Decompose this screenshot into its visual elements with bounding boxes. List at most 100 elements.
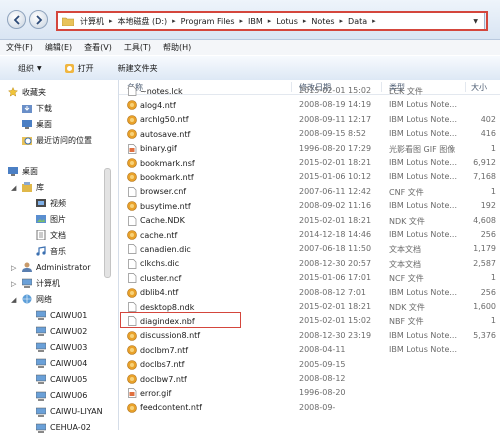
file-row[interactable]: diagindex.nbf 2015-02-01 15:02 NBF 文件 1 — [119, 314, 500, 328]
nav-computer[interactable]: 计算机 — [22, 276, 60, 290]
file-date: 2015-01-06 17:01 — [299, 273, 372, 283]
file-row[interactable]: Cache.NDK 2015-02-01 18:21 NDK 文件 4,608 — [119, 214, 500, 228]
file-date: 2008-08-12 — [299, 374, 346, 383]
file-row[interactable]: browser.cnf 2007-06-11 12:42 CNF 文件 1 — [119, 185, 500, 199]
nav-host-label: CAIWU02 — [50, 326, 88, 336]
nav-downloads[interactable]: 下载 — [22, 101, 52, 115]
crumb-program-files[interactable]: Program Files — [179, 17, 237, 26]
file-size: 1,179 — [473, 244, 496, 254]
file-row[interactable]: canadien.dic 2007-06-18 11:50 文本文档 1,179 — [119, 242, 500, 256]
file-row[interactable]: doclbm7.ntf 2008-04-11 IBM Lotus Note... — [119, 343, 500, 357]
file-row[interactable]: feedcontent.ntf 2008-09- — [119, 401, 500, 415]
file-name: cache.ntf — [140, 230, 178, 240]
file-name: archlg50.ntf — [140, 115, 189, 125]
open-button[interactable]: 打开 — [50, 63, 102, 74]
nav-network[interactable]: 网络 — [22, 292, 52, 306]
file-row[interactable]: archlg50.ntf 2008-09-11 12:17 IBM Lotus No… — [119, 113, 500, 127]
file-name-cell: cache.ntf — [127, 230, 297, 240]
crumb-lotus[interactable]: Lotus — [274, 17, 300, 26]
file-row[interactable]: doclbs7.ntf 2005-09-15 — [119, 358, 500, 372]
breadcrumb[interactable]: 计算机 ▸ 本地磁盘 (D:) ▸ Program Files ▸ IBM ▸ Lotu… — [57, 12, 485, 30]
nav-documents[interactable]: 文档 — [36, 228, 66, 242]
file-row[interactable]: discussion8.ntf 2008-12-30 23:19 IBM Lotus… — [119, 329, 500, 343]
nav-music[interactable]: 音乐 — [36, 244, 66, 258]
file-row[interactable]: autosave.ntf 2008-09-15 8:52 IBM Lotus Not… — [119, 127, 500, 141]
chevron-right-icon[interactable]: ▸ — [337, 17, 347, 25]
file-name-cell: binary.gif — [127, 143, 297, 154]
nav-desktop[interactable]: 桌面 — [8, 164, 38, 178]
crumb-computer[interactable]: 计算机 — [78, 16, 106, 27]
nav-host-item[interactable]: CEHUA-02 — [36, 421, 91, 435]
crumb-data[interactable]: Data — [346, 17, 369, 26]
crumb-drive[interactable]: 本地磁盘 (D:) — [116, 16, 170, 27]
nav-desktop-fav[interactable]: 桌面 — [22, 117, 52, 131]
file-date: 2015-02-01 18:21 — [299, 158, 372, 167]
nav-videos[interactable]: 视频 — [36, 196, 66, 210]
nav-host-item[interactable]: CAIWU04 — [36, 356, 87, 370]
nav-host-item[interactable]: CAIWU-LIYAN — [36, 405, 103, 419]
nav-library[interactable]: 库 — [22, 180, 44, 194]
forward-button[interactable] — [29, 10, 48, 29]
menu-tools[interactable]: 工具(T) — [118, 42, 157, 53]
file-date: 1996-08-20 17:29 — [299, 143, 372, 153]
nav-pictures[interactable]: 图片 — [36, 212, 66, 226]
chevron-right-icon[interactable]: ▸ — [369, 17, 379, 25]
chevron-right-icon[interactable]: ▸ — [300, 17, 310, 25]
expand-icon[interactable]: ▷ — [11, 280, 16, 288]
back-arrow-icon — [13, 15, 20, 25]
network-computer-icon — [36, 342, 46, 353]
nav-host-item[interactable]: CAIWU06 — [36, 389, 87, 403]
file-row[interactable]: doclbw7.ntf 2008-08-12 — [119, 372, 500, 386]
back-button[interactable] — [7, 10, 26, 29]
lotus-notes-file-icon — [127, 330, 137, 341]
chevron-right-icon[interactable]: ▸ — [169, 17, 179, 25]
file-size: 1 — [490, 316, 496, 326]
file-row[interactable]: desktop8.ndk 2015-02-01 18:21 NDK 文件 1,600 — [119, 300, 500, 314]
new-folder-button[interactable]: 新建文件夹 — [102, 63, 166, 74]
nav-favorites[interactable]: 收藏夹 — [8, 85, 46, 99]
nav-scrollbar[interactable] — [104, 168, 111, 278]
menu-file[interactable]: 文件(F) — [0, 42, 39, 53]
chevron-right-icon[interactable]: ▸ — [237, 17, 247, 25]
file-row[interactable]: clkchs.dic 2008-12-30 20:57 文本文档 2,587 — [119, 257, 500, 271]
file-name: Cache.NDK — [140, 216, 185, 226]
nav-administrator[interactable]: Administrator — [22, 260, 91, 274]
expand-icon[interactable]: ◢ — [11, 184, 16, 192]
crumb-ibm[interactable]: IBM — [246, 17, 265, 26]
crumb-notes[interactable]: Notes — [309, 17, 336, 26]
file-size: 416 — [480, 129, 496, 139]
file-row[interactable]: cache.ntf 2014-12-18 14:46 IBM Lotus Note.… — [119, 228, 500, 242]
document-file-icon — [128, 215, 137, 226]
menu-view[interactable]: 查看(V) — [78, 42, 118, 53]
nav-host-item[interactable]: CAIWU03 — [36, 340, 87, 354]
nav-host-item[interactable]: CAIWU01 — [36, 308, 87, 322]
file-row[interactable]: dblib4.ntf 2008-08-12 7:01 IBM Lotus Note.… — [119, 286, 500, 300]
file-row[interactable]: binary.gif 1996-08-20 17:29 光影看图 GIF 图像 1 — [119, 142, 500, 156]
network-computer-icon — [36, 375, 46, 385]
file-name: feedcontent.ntf — [140, 403, 202, 413]
chevron-down-icon[interactable]: ▼ — [473, 18, 478, 25]
file-row[interactable]: alog4.ntf 2008-08-19 14:19 IBM Lotus Note.… — [119, 98, 500, 112]
nav-computer-label: 计算机 — [36, 278, 60, 288]
file-row[interactable]: busytime.ntf 2008-09-02 11:16 IBM Lotus No… — [119, 199, 500, 213]
file-name-cell: busytime.ntf — [127, 201, 297, 211]
file-row[interactable]: ~notes.lck 2015-02-01 15:02 LCK 文件 — [119, 84, 500, 98]
file-row[interactable]: cluster.ncf 2015-01-06 17:01 NCF 文件 1 — [119, 271, 500, 285]
nav-recent[interactable]: 最近访问的位置 — [22, 133, 92, 147]
file-row[interactable]: bookmark.nsf 2015-02-01 18:21 IBM Lotus No… — [119, 156, 500, 170]
organize-button[interactable]: 组织 ▼ — [0, 63, 50, 74]
expand-icon[interactable]: ◢ — [11, 296, 16, 304]
nav-recent-label: 最近访问的位置 — [36, 135, 92, 145]
menu-edit[interactable]: 编辑(E) — [39, 42, 78, 53]
expand-icon[interactable]: ▷ — [11, 264, 16, 272]
library-icon — [22, 182, 32, 192]
file-name: binary.gif — [140, 144, 177, 154]
file-row[interactable]: error.gif 1996-08-20 — [119, 386, 500, 400]
nav-host-item[interactable]: CAIWU02 — [36, 324, 87, 338]
pictures-icon — [36, 215, 46, 223]
chevron-right-icon[interactable]: ▸ — [265, 17, 275, 25]
chevron-right-icon[interactable]: ▸ — [106, 17, 116, 25]
file-row[interactable]: bookmark.ntf 2015-01-06 10:12 IBM Lotus No… — [119, 170, 500, 184]
menu-help[interactable]: 帮助(H) — [157, 42, 197, 53]
nav-host-item[interactable]: CAIWU05 — [36, 372, 87, 386]
